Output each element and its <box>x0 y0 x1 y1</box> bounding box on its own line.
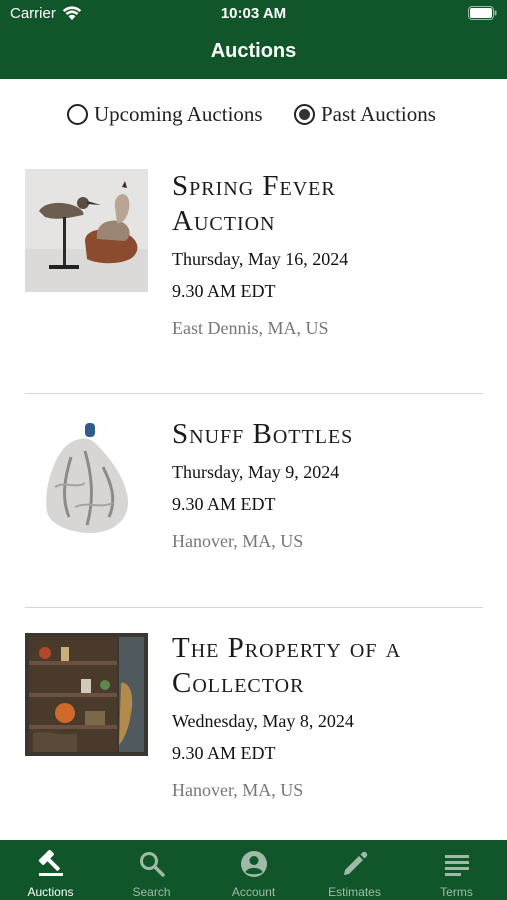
tab-label: Auctions <box>27 885 74 899</box>
auction-time: 9.30 AM EDT <box>172 494 276 514</box>
radio-checked-icon <box>294 103 315 125</box>
tab-terms[interactable]: Terms <box>406 840 507 900</box>
tab-auctions[interactable]: Auctions <box>0 840 101 900</box>
auction-location: Hanover, MA, US <box>172 531 304 551</box>
auction-info: Spring Fever Auction Thursday, May 16, 2… <box>172 169 482 340</box>
auction-filter: Upcoming Auctions Past Auctions <box>0 98 507 130</box>
auction-info: Snuff Bottles Thursday, May 9, 2024 9.30… <box>172 417 482 553</box>
gavel-icon <box>38 850 63 876</box>
auction-list-item[interactable]: The Property of a Collector Wednesday, M… <box>0 631 507 821</box>
battery-icon <box>468 6 497 20</box>
tab-label: Account <box>231 885 276 899</box>
tab-label: Estimates <box>328 885 381 899</box>
auction-date: Thursday, May 16, 2024 <box>172 249 349 269</box>
auction-location: Hanover, MA, US <box>172 780 304 800</box>
upcoming-auctions-radio[interactable]: Upcoming Auctions <box>67 98 263 130</box>
auction-title-line: Collector <box>172 667 305 699</box>
page-title: Auctions <box>210 40 297 62</box>
pencil-icon <box>344 851 368 875</box>
past-auctions-radio[interactable]: Past Auctions <box>294 98 436 130</box>
app-header: Carrier 10:03 AM Auctions <box>0 0 507 79</box>
auction-location: East Dennis, MA, US <box>172 318 329 338</box>
tab-account[interactable]: Account <box>203 840 304 900</box>
list-icon <box>445 855 469 876</box>
tab-bar: Auctions Search Account Estimates Terms <box>0 840 507 900</box>
status-time: 10:03 AM <box>220 5 287 22</box>
auction-title-line: Auction <box>172 205 276 237</box>
auction-thumbnail <box>25 633 148 756</box>
auction-thumbnail <box>25 169 148 292</box>
divider <box>25 607 483 608</box>
tab-estimates[interactable]: Estimates <box>304 840 405 900</box>
status-bar: Carrier 10:03 AM <box>0 0 507 30</box>
tab-label: Search <box>132 885 171 899</box>
auction-title-line: The Property of a <box>172 632 402 664</box>
auction-date: Wednesday, May 8, 2024 <box>172 711 354 731</box>
radio-label: Upcoming Auctions <box>94 101 263 126</box>
auction-list-item[interactable]: Spring Fever Auction Thursday, May 16, 2… <box>0 169 507 369</box>
account-icon <box>241 851 267 877</box>
auction-time: 9.30 AM EDT <box>172 281 276 301</box>
auction-title-line: Spring Fever <box>172 170 336 202</box>
auction-title: Snuff Bottles <box>172 417 482 452</box>
radio-unchecked-icon <box>67 103 88 125</box>
auction-thumbnail <box>25 417 148 540</box>
auction-title: The Property of a Collector <box>172 631 482 701</box>
auction-title-line: Snuff Bottles <box>172 418 354 450</box>
auction-info: The Property of a Collector Wednesday, M… <box>172 631 482 802</box>
tab-label: Terms <box>440 885 473 899</box>
auction-time: 9.30 AM EDT <box>172 743 276 763</box>
tab-search[interactable]: Search <box>101 840 202 900</box>
auction-list-item[interactable]: Snuff Bottles Thursday, May 9, 2024 9.30… <box>0 417 507 587</box>
auction-title: Spring Fever Auction <box>172 169 482 239</box>
radio-label: Past Auctions <box>321 101 436 126</box>
auction-date: Thursday, May 9, 2024 <box>172 462 340 482</box>
divider <box>25 393 483 394</box>
search-icon <box>140 852 165 877</box>
